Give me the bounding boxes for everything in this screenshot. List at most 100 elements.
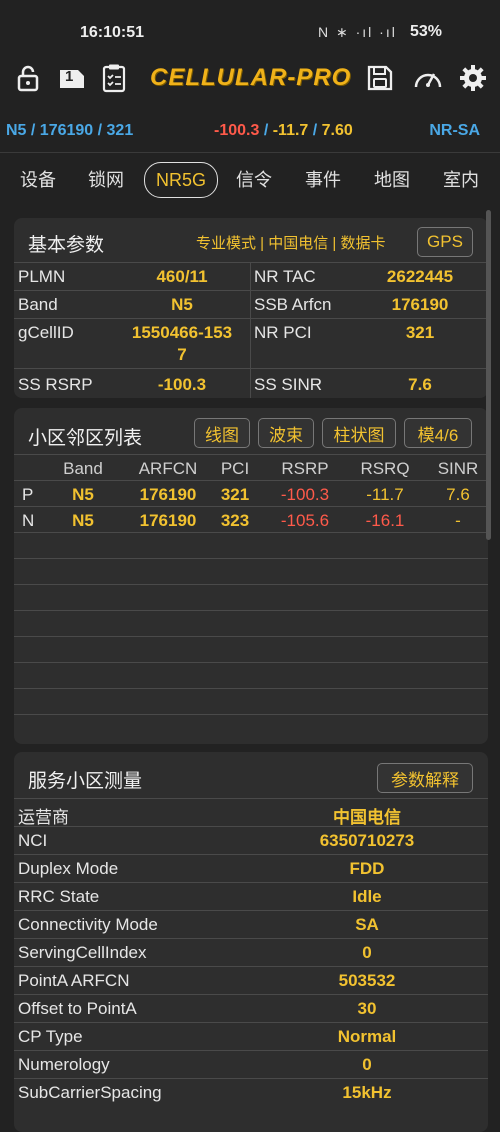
basic-params-card: 基本参数 专业模式 | 中国电信 | 数据卡 GPS PLMN 460/11 N…	[14, 218, 488, 398]
summary-mode: NR-SA	[429, 122, 480, 139]
table-row: CP Type Normal	[14, 1022, 488, 1051]
row-label: Connectivity Mode	[18, 915, 158, 934]
row-label: RRC State	[18, 887, 100, 906]
table-row-empty	[14, 558, 488, 585]
cell-pci: 321	[220, 485, 250, 504]
param-label: SS RSRP	[18, 375, 93, 394]
table-row[interactable]: N N5 176190 323 -105.6 -16.1 -	[14, 506, 488, 533]
cell-pci: 323	[220, 511, 250, 530]
tab-bar: 设备 锁网 NR5G 信令 事件 地图 室内	[0, 162, 500, 202]
row-label: Offset to PointA	[18, 999, 137, 1018]
column-header: RSRQ	[360, 459, 410, 478]
table-row-empty	[14, 636, 488, 663]
table-row: Numerology 0	[14, 1050, 488, 1079]
param-value: N5	[171, 295, 193, 314]
table-row-empty	[14, 584, 488, 611]
param-row: PLMN 460/11 NR TAC 2622445	[14, 262, 488, 291]
app-logo: CELLULAR-PRO	[150, 64, 352, 91]
row-label: SubCarrierSpacing	[18, 1083, 162, 1102]
lock-icon[interactable]	[12, 60, 44, 96]
param-label: Band	[18, 295, 58, 314]
cell-band: N5	[72, 511, 94, 530]
cell-type: P	[22, 485, 34, 504]
param-label: SS SINR	[254, 375, 323, 394]
beam-button[interactable]: 波束	[258, 418, 314, 448]
divider	[0, 152, 500, 153]
column-header: PCI	[220, 459, 250, 478]
cell-rsrq: -16.1	[365, 511, 405, 530]
cell-sinr: -	[455, 511, 461, 530]
basic-params-grid: PLMN 460/11 NR TAC 2622445 Band N5 SSB A…	[14, 262, 488, 398]
row-value: Idle	[352, 887, 382, 906]
param-label: gCellID	[18, 323, 74, 342]
table-row: PointA ARFCN 503532	[14, 966, 488, 995]
clipboard-icon[interactable]	[98, 60, 130, 96]
tab-map[interactable]: 地图	[368, 162, 416, 196]
summary-rsrq: -11.7	[272, 122, 309, 139]
row-label: PointA ARFCN	[18, 971, 130, 990]
table-row: RRC State Idle	[14, 882, 488, 911]
gear-icon[interactable]	[457, 60, 489, 96]
param-value: -100.3	[157, 375, 207, 394]
row-value: 503532	[338, 971, 396, 990]
param-value: 1550466-153	[131, 323, 233, 342]
status-icons: N ∗ ·ıl ·ıl	[318, 24, 397, 40]
row-label: NCI	[18, 831, 48, 850]
tab-lock-network[interactable]: 锁网	[82, 162, 130, 196]
column-header: SINR	[437, 459, 479, 478]
serving-cell-title: 服务小区测量	[28, 771, 143, 792]
summary-rsrp: -100.3	[214, 122, 260, 139]
tab-indoor[interactable]: 室内	[437, 162, 485, 196]
param-row: SS RSRP -100.3 SS SINR 7.6	[14, 368, 488, 398]
cell-type: N	[22, 511, 35, 530]
tab-nr5g[interactable]: NR5G	[144, 162, 218, 198]
table-row: Offset to PointA 30	[14, 994, 488, 1023]
table-row: Duplex Mode FDD	[14, 854, 488, 883]
gps-button[interactable]: GPS	[417, 227, 473, 257]
row-value: 0	[362, 1055, 372, 1074]
param-value: 2622445	[386, 267, 454, 286]
cell-arfcn: 176190	[139, 511, 197, 530]
tab-device[interactable]: 设备	[14, 162, 62, 196]
table-row-empty	[14, 662, 488, 689]
basic-params-title: 基本参数	[28, 235, 105, 256]
row-value: SA	[355, 915, 379, 934]
row-label: 运营商	[18, 808, 69, 827]
row-value: 30	[357, 999, 377, 1018]
table-row: NCI 6350710273	[14, 826, 488, 855]
param-value-cont: 7	[177, 345, 187, 364]
table-row-empty	[14, 610, 488, 637]
table-row: 运营商 中国电信	[14, 798, 488, 827]
save-icon[interactable]	[364, 60, 396, 96]
param-label: SSB Arfcn	[254, 295, 332, 314]
sim-card-icon[interactable]: 1	[56, 60, 88, 96]
table-row[interactable]: P N5 176190 321 -100.3 -11.7 7.6	[14, 480, 488, 507]
row-label: Duplex Mode	[18, 859, 119, 878]
tab-events[interactable]: 事件	[299, 162, 347, 196]
tab-signaling[interactable]: 信令	[230, 162, 278, 196]
scrollbar[interactable]	[486, 210, 491, 540]
param-value: 460/11	[156, 267, 208, 286]
speedometer-icon[interactable]	[412, 60, 444, 96]
row-value: 中国电信	[333, 808, 401, 827]
row-label: ServingCellIndex	[18, 943, 147, 962]
param-label: NR TAC	[254, 267, 316, 286]
cell-rsrp: -105.6	[280, 511, 330, 530]
param-row: Band N5 SSB Arfcn 176190	[14, 290, 488, 319]
battery-level: 53%	[410, 23, 443, 40]
mod-button[interactable]: 模4/6	[404, 418, 472, 448]
table-row: ServingCellIndex 0	[14, 938, 488, 967]
param-row: gCellID 1550466-153 7 NR PCI 321	[14, 318, 488, 369]
summary-signal: -100.3 / -11.7 / 7.60	[214, 122, 353, 139]
summary-sinr: 7.60	[321, 122, 353, 139]
sim-slot-number: 1	[65, 68, 74, 85]
cell-arfcn: 176190	[139, 485, 197, 504]
param-value: 321	[405, 323, 435, 342]
cell-sinr: 7.6	[446, 485, 470, 504]
line-chart-button[interactable]: 线图	[194, 418, 250, 448]
bar-chart-button[interactable]: 柱状图	[322, 418, 396, 448]
param-help-button[interactable]: 参数解释	[377, 763, 473, 793]
cell-band: N5	[72, 485, 94, 504]
row-value: Normal	[337, 1027, 397, 1046]
column-header: Band	[63, 459, 103, 478]
